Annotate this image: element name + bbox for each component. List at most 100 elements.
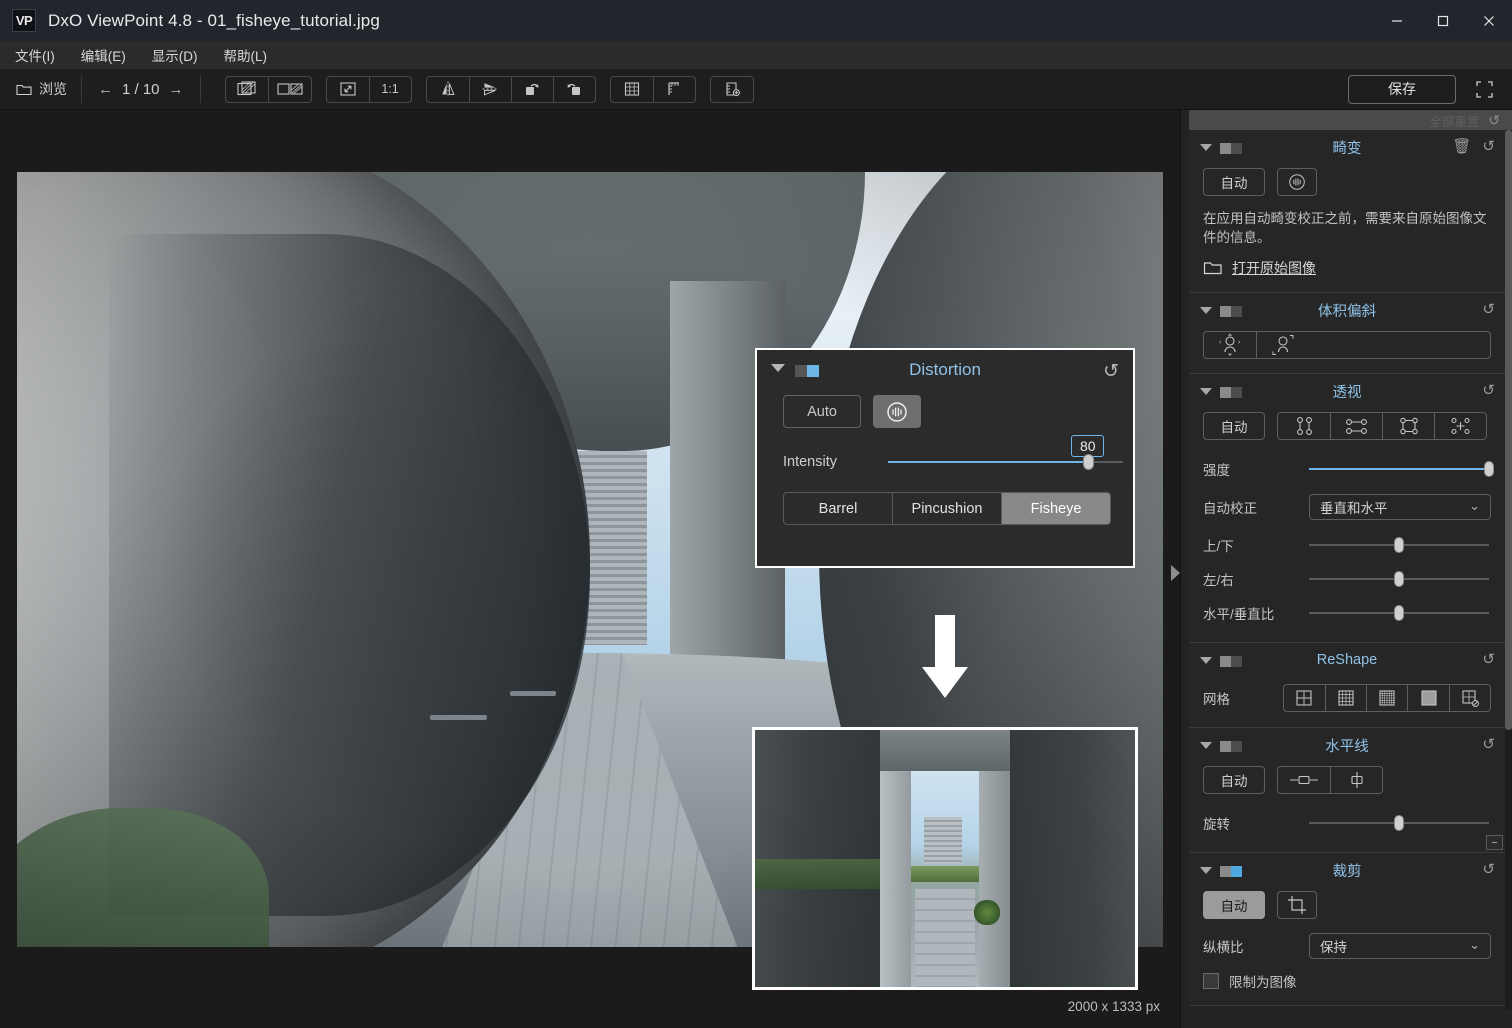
rotate-right-button[interactable] xyxy=(552,76,595,102)
reset-arrow-icon[interactable]: ↺ xyxy=(1482,650,1495,668)
reset-arrow-icon[interactable]: ↺ xyxy=(1482,300,1495,318)
chevron-down-icon[interactable] xyxy=(1200,867,1212,874)
perspective-vertical-button[interactable] xyxy=(1278,413,1330,439)
chevron-down-icon[interactable] xyxy=(771,364,785,372)
fit-to-screen-button[interactable] xyxy=(327,77,369,102)
reset-all-label[interactable]: 全部重置 xyxy=(1429,111,1479,130)
menu-edit[interactable]: 编辑(E) xyxy=(70,42,137,68)
distortion-auto-button[interactable]: Auto xyxy=(783,395,861,428)
distortion-popup[interactable]: Distortion ↺ Auto Intensity 80 Barrel Pi… xyxy=(755,348,1135,568)
crop-constrain-label: 限制为图像 xyxy=(1229,975,1297,990)
chevron-down-icon[interactable] xyxy=(1200,657,1212,664)
measure-add-button[interactable] xyxy=(711,77,753,102)
fullscreen-button[interactable] xyxy=(1456,69,1512,110)
distortion-mode-barrel[interactable]: Barrel xyxy=(784,493,892,524)
grid-2x2-button[interactable] xyxy=(1284,685,1325,711)
adjustments-panel: 全部重置 ↺ 畸变 🗑 ↺ 自动 在应用自动畸变校正之前，需要来自原始图像文件的… xyxy=(1171,110,1512,1028)
grid-4x4-button[interactable] xyxy=(1324,685,1366,711)
perspective-auto-button[interactable]: 自动 xyxy=(1203,412,1265,440)
menu-help[interactable]: 帮助(L) xyxy=(213,42,279,68)
reset-arrow-icon[interactable]: ↺ xyxy=(1482,860,1495,878)
perspective-aspect-slider[interactable] xyxy=(1309,605,1489,621)
title-bar: VP DxO ViewPoint 4.8 - 01_fisheye_tutori… xyxy=(0,0,1512,41)
horizon-vertical-button[interactable] xyxy=(1330,767,1382,793)
zoom-1-to-1-button[interactable]: 1:1 xyxy=(368,76,411,102)
volume-deformation-button[interactable]: ‹ › xyxy=(1204,332,1256,358)
maximize-button[interactable] xyxy=(1420,0,1466,41)
section-reshape-toggle[interactable] xyxy=(1220,656,1242,667)
corrected-preview-thumbnail[interactable] xyxy=(752,727,1138,990)
distortion-auto-button[interactable]: 自动 xyxy=(1203,168,1265,196)
compare-split-button[interactable] xyxy=(226,77,268,102)
slider-handle[interactable] xyxy=(1394,605,1404,621)
distortion-popup-toggle[interactable] xyxy=(795,365,819,377)
distortion-mode-fisheye[interactable]: Fisheye xyxy=(1001,493,1110,524)
prev-image-button[interactable]: ← xyxy=(98,81,113,98)
minimize-button[interactable] xyxy=(1374,0,1420,41)
compare-side-button[interactable] xyxy=(267,76,311,102)
crop-auto-button[interactable]: 自动 xyxy=(1203,891,1265,919)
image-viewer[interactable]: Distortion ↺ Auto Intensity 80 Barrel Pi… xyxy=(0,110,1180,1028)
close-button[interactable] xyxy=(1466,0,1512,41)
panel-collapse-icon[interactable] xyxy=(1171,565,1180,581)
chevron-down-icon[interactable] xyxy=(1200,307,1212,314)
panel-scrollbar[interactable] xyxy=(1505,130,1512,1010)
flip-vertical-button[interactable] xyxy=(468,76,511,102)
crop-constrain-row[interactable]: 限制为图像 xyxy=(1203,971,1491,991)
horizon-rotation-slider[interactable] xyxy=(1309,815,1489,831)
reset-arrow-icon[interactable]: ↺ xyxy=(1482,381,1495,399)
section-volumetric-toggle[interactable] xyxy=(1220,306,1242,317)
menu-file[interactable]: 文件(I) xyxy=(4,42,66,68)
perspective-rectangle-button[interactable] xyxy=(1382,413,1434,439)
perspective-updown-slider[interactable] xyxy=(1309,537,1489,553)
slider-handle[interactable] xyxy=(1394,571,1404,587)
distortion-mode-pincushion[interactable]: Pincushion xyxy=(892,493,1001,524)
browse-button[interactable]: 浏览 xyxy=(0,69,81,110)
perspective-horizontal-button[interactable] xyxy=(1330,413,1382,439)
lens-distortion-button[interactable] xyxy=(873,395,921,428)
section-distortion-toggle[interactable] xyxy=(1220,143,1242,154)
ruler-button[interactable] xyxy=(652,76,695,102)
horizon-line-icon xyxy=(1290,775,1318,785)
browse-label: 浏览 xyxy=(39,81,67,97)
grid-dense-button[interactable] xyxy=(1407,685,1448,711)
crop-manual-button[interactable] xyxy=(1277,891,1317,919)
horizon-collapse-button[interactable]: − xyxy=(1486,835,1503,850)
next-image-button[interactable]: → xyxy=(169,81,184,98)
section-horizon-toggle[interactable] xyxy=(1220,741,1242,752)
distortion-intensity-slider[interactable]: 80 xyxy=(888,435,1123,470)
slider-handle[interactable] xyxy=(1394,537,1404,553)
perspective-autocorrect-select[interactable]: 垂直和水平 ⌄ xyxy=(1309,494,1491,520)
perspective-intensity-slider[interactable] xyxy=(1309,461,1494,477)
grid-hide-button[interactable] xyxy=(1448,685,1490,711)
perspective-leftright-slider[interactable] xyxy=(1309,571,1489,587)
volume-person-button[interactable] xyxy=(1256,332,1308,358)
menu-view[interactable]: 显示(D) xyxy=(141,42,209,68)
slider-handle[interactable] xyxy=(1394,815,1404,831)
reset-arrow-icon[interactable]: ↺ xyxy=(1103,360,1119,383)
grid-6x6-button[interactable] xyxy=(1365,685,1407,711)
reset-arrow-icon[interactable]: ↺ xyxy=(1482,137,1495,155)
slider-handle[interactable] xyxy=(1083,454,1095,470)
crop-constrain-checkbox[interactable] xyxy=(1203,973,1219,989)
trash-icon[interactable]: 🗑 xyxy=(1452,137,1471,155)
reset-all-icon[interactable]: ↺ xyxy=(1488,112,1500,129)
horizon-line-button[interactable] xyxy=(1278,767,1330,793)
section-perspective-toggle[interactable] xyxy=(1220,387,1242,398)
flip-horizontal-button[interactable] xyxy=(427,77,469,102)
open-raw-image-link[interactable]: 打开原始图像 xyxy=(1203,258,1491,278)
rotate-left-button[interactable] xyxy=(510,76,553,102)
chevron-down-icon[interactable] xyxy=(1200,388,1212,395)
distortion-intensity-row: Intensity 80 xyxy=(757,428,1133,470)
reset-arrow-icon[interactable]: ↺ xyxy=(1482,735,1495,753)
slider-handle[interactable] xyxy=(1484,461,1494,477)
save-button[interactable]: 保存 xyxy=(1348,74,1456,104)
perspective-8-points-button[interactable] xyxy=(1434,413,1486,439)
crop-aspect-select[interactable]: 保持 ⌄ xyxy=(1309,933,1491,959)
distortion-lens-button[interactable] xyxy=(1277,168,1317,196)
section-crop-toggle[interactable] xyxy=(1220,866,1242,877)
chevron-down-icon[interactable] xyxy=(1200,742,1212,749)
horizon-auto-button[interactable]: 自动 xyxy=(1203,766,1265,794)
chevron-down-icon[interactable] xyxy=(1200,144,1212,151)
grid-overlay-button[interactable] xyxy=(611,77,653,102)
